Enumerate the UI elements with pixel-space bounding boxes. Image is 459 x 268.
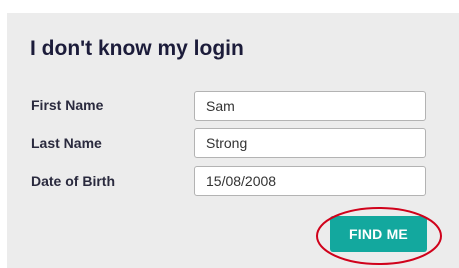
last-name-label: Last Name bbox=[31, 135, 102, 151]
form-title: I don't know my login bbox=[30, 37, 244, 60]
date-of-birth-label: Date of Birth bbox=[31, 173, 115, 189]
first-name-input[interactable] bbox=[194, 91, 426, 121]
first-name-label: First Name bbox=[31, 97, 104, 113]
find-me-button[interactable]: FIND ME bbox=[330, 216, 427, 252]
last-name-input[interactable] bbox=[194, 128, 426, 158]
date-of-birth-input[interactable] bbox=[194, 166, 426, 196]
